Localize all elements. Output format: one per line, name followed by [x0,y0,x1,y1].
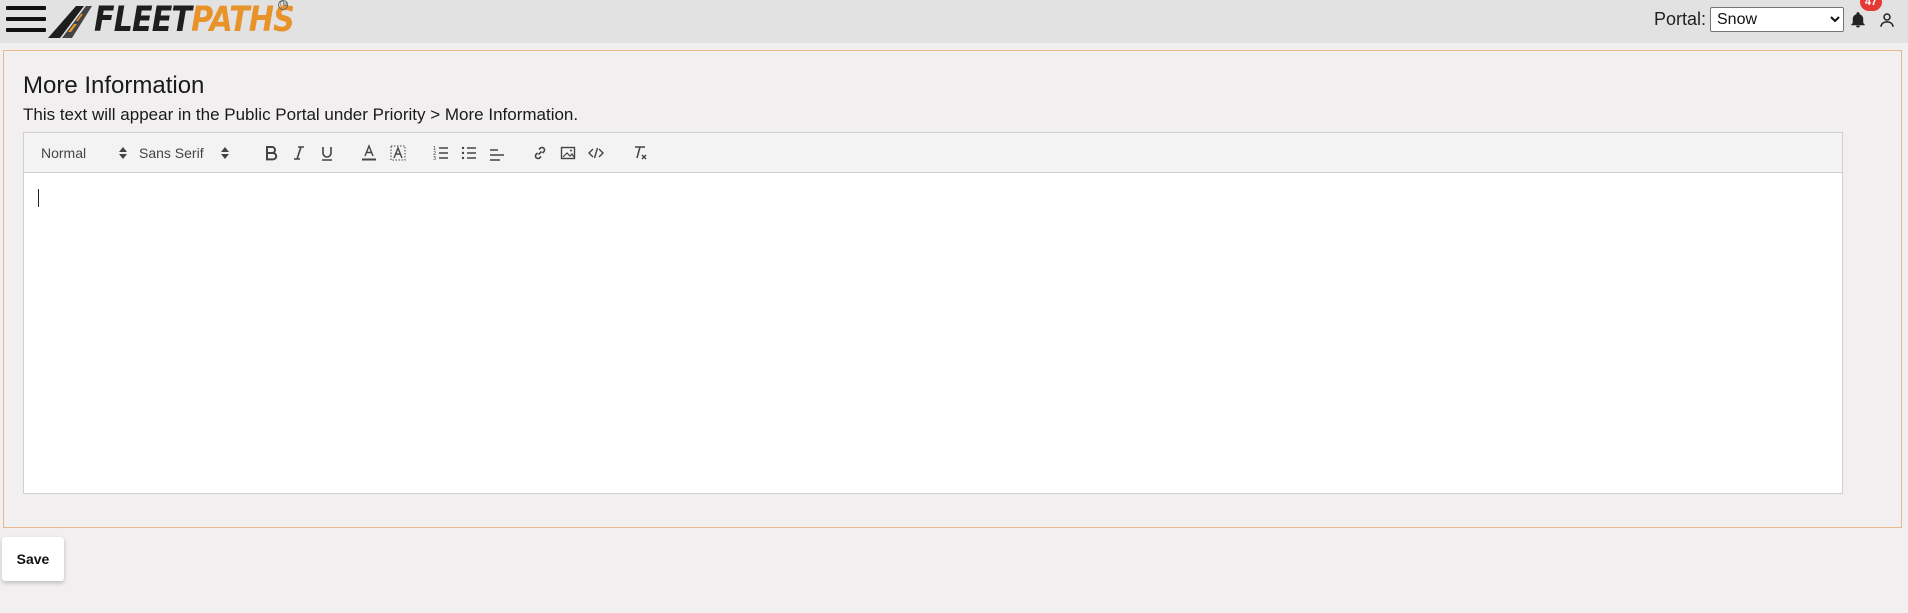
portal-label: Portal: [1654,9,1707,29]
font-picker[interactable]: Sans Serif [139,143,229,163]
font-picker-label: Sans Serif [139,145,204,161]
image-icon[interactable] [557,143,579,163]
bell-icon[interactable] [1849,11,1867,29]
editor-toolbar: Normal Sans Serif 12 3 [23,132,1843,173]
portal-select[interactable]: Snow [1710,7,1844,32]
header-picker-label: Normal [41,145,87,161]
underline-icon[interactable] [316,143,338,163]
picker-arrows-icon [119,147,127,159]
bold-icon[interactable] [260,143,282,163]
rich-text-editor: Normal Sans Serif 12 3 [23,132,1843,494]
clear-format-icon[interactable] [629,143,651,163]
italic-icon[interactable] [288,143,310,163]
text-color-icon[interactable] [358,143,380,163]
ordered-list-icon[interactable]: 123 [430,143,452,163]
section-description: This text will appear in the Public Port… [23,105,579,124]
trademark-mark: TM [278,0,288,10]
bullet-list-icon[interactable] [458,143,480,163]
road-logo-icon [48,6,92,38]
more-information-panel: More Information This text will appear i… [3,50,1902,528]
user-icon[interactable] [1878,11,1896,29]
top-bar: FLEETPATHS TM Portal: Snow 47 [0,0,1908,43]
editor-content-area[interactable] [23,172,1843,494]
text-cursor [38,189,39,207]
notification-badge: 47 [1860,0,1882,11]
header-picker[interactable]: Normal [41,143,127,163]
svg-text:3: 3 [433,156,436,161]
page-title: More Information [23,72,205,99]
background-color-icon[interactable] [387,143,409,163]
fleetpaths-logo[interactable]: FLEETPATHS TM [48,0,295,40]
align-icon[interactable] [486,143,508,163]
link-icon[interactable] [529,143,551,163]
menu-icon[interactable] [6,4,46,34]
picker-arrows-icon [221,147,229,159]
code-icon[interactable] [585,143,607,163]
save-button[interactable]: Save [2,537,64,581]
logo-wordmark: FLEETPATHS [94,0,295,40]
